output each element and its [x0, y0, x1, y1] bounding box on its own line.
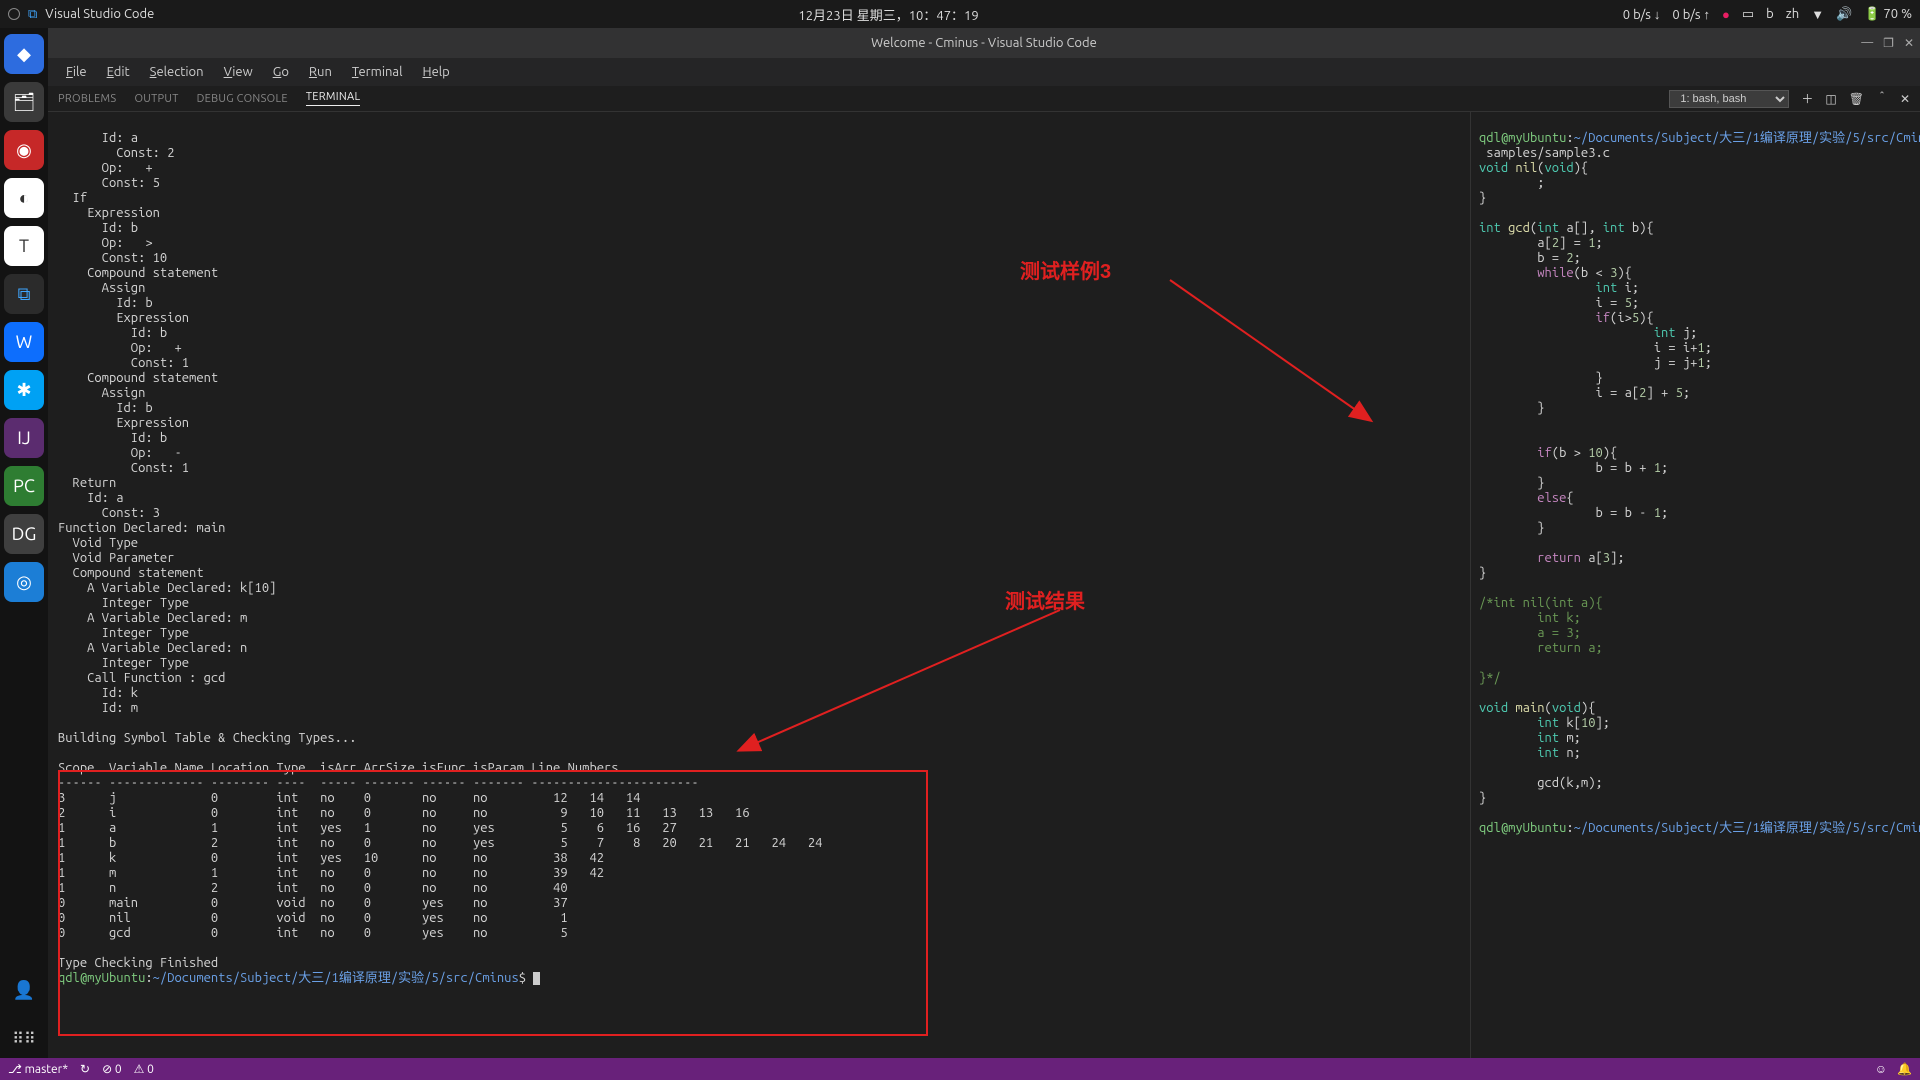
dock-nautilus-icon[interactable]: 🗂: [4, 82, 44, 122]
os-topbar: ⧉ Visual Studio Code 12月23日 星期三，10：47：19…: [0, 0, 1920, 28]
dock-netease-icon[interactable]: ◉: [4, 130, 44, 170]
menu-file[interactable]: File: [58, 63, 95, 81]
dock-chrome-icon[interactable]: ◐: [4, 178, 44, 218]
activities-icon[interactable]: [8, 8, 20, 20]
sync-icon[interactable]: ↻: [80, 1062, 90, 1076]
symbol-table-row: 3 j 0 int no 0 no no 12 14 14: [58, 791, 640, 805]
tab-problems[interactable]: PROBLEMS: [58, 93, 116, 105]
symbol-table-row: 0 main 0 void no 0 yes no 37: [58, 896, 568, 910]
window-maximize-button[interactable]: ❐: [1883, 36, 1894, 50]
dock-intellij-icon[interactable]: IJ: [4, 418, 44, 458]
volume-icon[interactable]: 🔊: [1836, 7, 1852, 22]
warnings-count[interactable]: ⚠ 0: [134, 1062, 154, 1076]
type-checking-finished: Type Checking Finished: [58, 956, 218, 970]
window-minimize-button[interactable]: —: [1861, 36, 1873, 50]
menu-run[interactable]: Run: [301, 63, 340, 81]
menu-selection[interactable]: Selection: [142, 63, 212, 81]
indicator-dot-icon[interactable]: ●: [1722, 7, 1730, 22]
symbol-table-row: 0 gcd 0 int no 0 yes no 5: [58, 926, 568, 940]
menu-go[interactable]: Go: [265, 63, 297, 81]
close-panel-icon[interactable]: ✕: [1900, 92, 1910, 106]
symbol-table-row: 1 a 1 int yes 1 no yes 5 6 16 27: [58, 821, 677, 835]
menu-edit[interactable]: Edit: [99, 63, 138, 81]
new-terminal-icon[interactable]: ＋: [1801, 90, 1813, 107]
menubar: File Edit Selection View Go Run Terminal…: [48, 58, 1920, 86]
terminal-right[interactable]: qdl@myUbuntu:~/Documents/Subject/大三/1编译原…: [1470, 112, 1920, 1058]
symbol-table-row: 2 i 0 int no 0 no no 9 10 11 13 13 16: [58, 806, 750, 820]
menu-terminal[interactable]: Terminal: [344, 63, 411, 81]
dock-pycharm-icon[interactable]: PC: [4, 466, 44, 506]
dock-text-icon[interactable]: T: [4, 226, 44, 266]
dock-safari-icon[interactable]: ◎: [4, 562, 44, 602]
window-titlebar: Welcome - Cminus - Visual Studio Code — …: [48, 28, 1920, 58]
menu-view[interactable]: View: [216, 63, 261, 81]
split-terminal-icon[interactable]: ◫: [1825, 92, 1836, 106]
battery-icon[interactable]: 🔋 70 %: [1864, 7, 1912, 22]
annotation-test-sample: 测试样例3: [1020, 255, 1111, 284]
terminal-picker[interactable]: 1: bash, bash: [1669, 90, 1789, 108]
dock-user-icon[interactable]: 👤: [4, 970, 44, 1010]
annotation-test-result: 测试结果: [1005, 585, 1085, 614]
symbol-table-row: 1 n 2 int no 0 no no 40: [58, 881, 568, 895]
notification-icon[interactable]: ▭: [1742, 7, 1754, 22]
terminal-left[interactable]: Id: a Const: 2 Op: + Const: 5 If Express…: [48, 112, 1470, 1058]
git-branch[interactable]: ⎇ master*: [8, 1062, 68, 1076]
prompt-right: qdl@myUbuntu:~/Documents/Subject/大三/1编译原…: [1479, 131, 1920, 145]
bing-icon[interactable]: b: [1766, 7, 1774, 21]
panel-tabs: PROBLEMS OUTPUT DEBUG CONSOLE TERMINAL 1…: [48, 86, 1920, 112]
vscode-logo-icon: ⧉: [28, 7, 37, 22]
tab-output[interactable]: OUTPUT: [134, 93, 178, 105]
dock-tim-icon[interactable]: ✱: [4, 370, 44, 410]
net-up: 0 b/s ↑: [1672, 7, 1710, 22]
bell-icon[interactable]: 🔔: [1897, 1062, 1912, 1076]
symbol-table-building: Building Symbol Table & Checking Types..…: [58, 731, 356, 745]
symbol-table-row: 1 k 0 int yes 10 no no 38 42: [58, 851, 604, 865]
kill-terminal-icon[interactable]: 🗑: [1849, 92, 1864, 106]
tab-debug-console[interactable]: DEBUG CONSOLE: [197, 93, 288, 105]
window-close-button[interactable]: ✕: [1904, 36, 1914, 50]
tab-terminal[interactable]: TERMINAL: [306, 91, 361, 106]
source-code-output: void nil(void){ ; } int gcd(int a[], int…: [1479, 161, 1912, 806]
vscode-window: Welcome - Cminus - Visual Studio Code — …: [48, 28, 1920, 1058]
symbol-table-rule: ------ ------------- -------- ---- -----…: [58, 776, 699, 790]
window-title: Welcome - Cminus - Visual Studio Code: [871, 36, 1097, 50]
dock-files-icon[interactable]: ◆: [4, 34, 44, 74]
net-down: 0 b/s ↓: [1623, 7, 1661, 22]
clock[interactable]: 12月23日 星期三，10：47：19: [154, 5, 1623, 24]
dock-apps-grid-icon[interactable]: ⠿⠿: [4, 1018, 44, 1058]
feedback-icon[interactable]: ☺: [1875, 1062, 1887, 1076]
symbol-table-row: 0 nil 0 void no 0 yes no 1: [58, 911, 568, 925]
network-icon[interactable]: ▼: [1811, 7, 1824, 22]
cursor-icon: [533, 972, 540, 985]
symbol-table-header: Scope Variable Name Location Type isArr …: [58, 761, 619, 775]
dock: ◆ 🗂 ◉ ◐ T ⧉ W ✱ IJ PC DG ◎ 👤 ⠿⠿: [0, 28, 48, 1058]
dock-wps-icon[interactable]: W: [4, 322, 44, 362]
cmd-arg: samples/sample3.c: [1479, 146, 1610, 160]
symbol-table-row: 1 m 1 int no 0 no no 39 42: [58, 866, 604, 880]
prompt-left: qdl@myUbuntu:~/Documents/Subject/大三/1编译原…: [58, 971, 540, 985]
dock-datagrip-icon[interactable]: DG: [4, 514, 44, 554]
maximize-panel-icon[interactable]: ＾: [1876, 90, 1888, 107]
dock-vscode-icon[interactable]: ⧉: [4, 274, 44, 314]
status-bar: ⎇ master* ↻ ⊘ 0 ⚠ 0 ☺ 🔔: [0, 1058, 1920, 1080]
prompt-right-2: qdl@myUbuntu:~/Documents/Subject/大三/1编译原…: [1479, 821, 1920, 835]
symbol-table-row: 1 b 2 int no 0 no yes 5 7 8 20 21 21 24 …: [58, 836, 822, 850]
input-method[interactable]: zh: [1786, 7, 1799, 21]
menu-help[interactable]: Help: [415, 63, 458, 81]
errors-count[interactable]: ⊘ 0: [102, 1062, 122, 1076]
parse-tree-output: Id: a Const: 2 Op: + Const: 5 If Express…: [58, 131, 276, 715]
app-title: Visual Studio Code: [45, 7, 154, 21]
